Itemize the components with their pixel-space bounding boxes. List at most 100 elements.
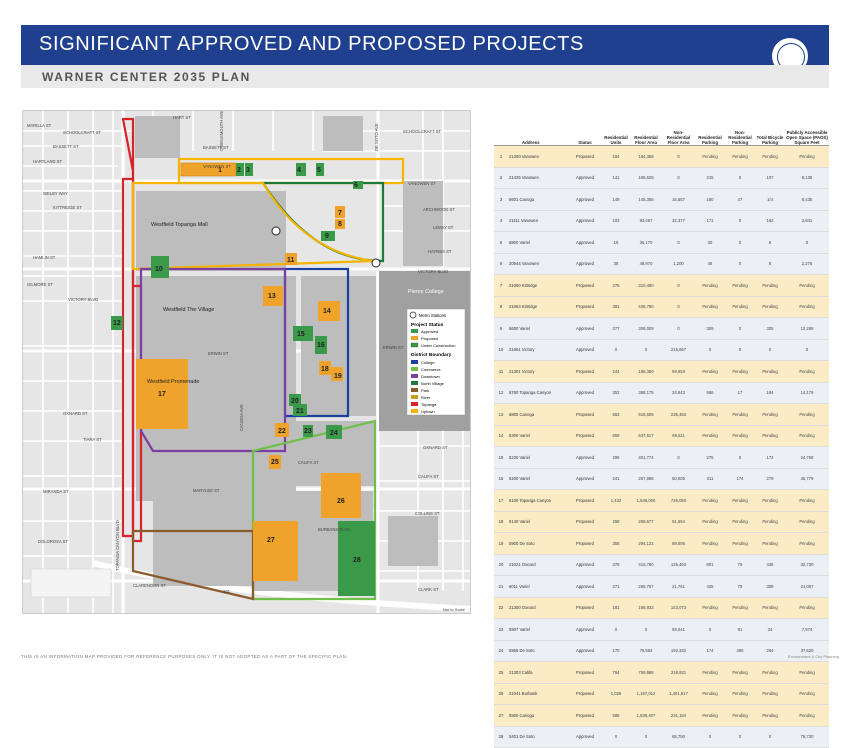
table-cell: 0	[755, 339, 785, 361]
table-cell: 21050 Kittridge	[508, 274, 568, 297]
table-cell: Approved	[568, 210, 602, 232]
table-cell: Approved	[568, 339, 602, 361]
table-cell: 6011 Variel	[508, 575, 568, 598]
street-label-archwood: ARCHWOOD ST	[423, 207, 455, 212]
table-cell: Pending	[695, 489, 725, 512]
table-cell: Proposed	[568, 704, 602, 727]
legend-swatch	[411, 374, 418, 378]
legend-status-title: Project Status	[411, 322, 444, 328]
table-cell: 659	[602, 425, 630, 447]
table-cell: Pending	[785, 511, 829, 533]
project-label: 5	[317, 167, 321, 174]
table-cell: 12	[494, 382, 508, 404]
table-cell: 6600 Variel	[508, 317, 568, 340]
table-cell: Approved	[568, 231, 602, 254]
table-cell: 0	[725, 317, 755, 340]
table-cell: Pending	[725, 532, 755, 555]
table-cell: 6800 Canoga	[508, 403, 568, 426]
scale-note: Not to Scale	[443, 607, 466, 612]
table-header-cell: Address	[508, 110, 568, 146]
table-cell: 381	[602, 296, 630, 318]
table-cell: 438,790	[630, 296, 662, 318]
table-cell: Pending	[785, 683, 829, 705]
table-cell: 0	[662, 231, 695, 254]
table-cell: 24	[494, 640, 508, 662]
table-cell: Pending	[725, 683, 755, 705]
table-cell: 160	[695, 188, 725, 211]
header-bar: SIGNIFICANT APPROVED AND PROPOSED PROJEC…	[21, 25, 829, 65]
plan-map[interactable]: 1 2 3 4 5 6 7 8 9 10 1 1 1 2 13 14 15 16 17 18 19 20 21 22 23 24 2…	[22, 110, 471, 614]
page-subtitle: WARNER CENTER 2035 PLAN	[42, 70, 251, 84]
table-cell: Pending	[785, 403, 829, 426]
table-cell: 1	[494, 145, 508, 168]
table-cell: 6800 Variel	[508, 231, 568, 254]
table-cell: Pending	[755, 296, 785, 318]
street-label-victory-e: VICTORY BLVD	[418, 269, 448, 274]
street-label-welby: WELBY WAY	[43, 191, 68, 196]
table-cell: 19	[602, 231, 630, 254]
table-cell: 0	[602, 618, 630, 641]
table-cell: Pending	[755, 145, 785, 168]
project-label: 12	[113, 320, 121, 327]
street-label-fwy: 101	[223, 589, 231, 594]
table-cell: Pending	[695, 425, 725, 447]
project-label: 13	[268, 293, 276, 300]
table-cell: 45,779	[785, 468, 829, 490]
table-cell: 235,463	[662, 403, 695, 426]
table-cell: Pending	[695, 145, 725, 168]
table-cell: Pending	[725, 425, 755, 447]
project-label: 2	[237, 167, 241, 174]
table-cell: 194	[755, 382, 785, 404]
table-cell: Pending	[755, 403, 785, 426]
place-pierce: Pierce College	[408, 289, 444, 295]
table-cell: 174	[695, 640, 725, 662]
table-cell: 0	[725, 446, 755, 469]
street-label-erwin-e: ERWIN ST	[383, 345, 404, 350]
table-cell: 0	[725, 167, 755, 189]
table-cell: 89,095	[662, 532, 695, 555]
table-cell: 59,653	[662, 360, 695, 383]
table-cell: 5500 Canoga	[508, 704, 568, 727]
table-cell: Proposed	[568, 511, 602, 533]
table-cell: 3	[494, 188, 508, 211]
table-cell: 215	[695, 167, 725, 189]
legend-proposed: Proposed	[421, 336, 438, 341]
table-cell: Pending	[755, 532, 785, 555]
table-row: 3 6601 Canoga Approved 149 145,356 16,557 160 4…	[494, 188, 829, 211]
table-cell: 6140 Variel	[508, 511, 568, 533]
table-cell: 79,564	[630, 640, 662, 662]
table-cell: 6601 Canoga	[508, 188, 568, 211]
table-cell: 6100 Topanga Canyon	[508, 489, 568, 512]
table-cell: 0	[725, 231, 755, 254]
table-cell: Proposed	[568, 145, 602, 168]
table-cell: 306,009	[630, 317, 662, 340]
table-cell: 6200 Variel	[508, 468, 568, 490]
table-cell: 269,677	[630, 511, 662, 533]
street-label-oxnard: OXNARD ST	[63, 411, 88, 416]
table-cell: Pending	[785, 360, 829, 383]
table-cell: 309	[695, 317, 725, 340]
table-row: 27 5500 Canoga Proposed 586 1,538,407 231,184…	[494, 704, 829, 727]
table-cell: 103	[602, 210, 630, 232]
table-cell: 20944 Vanowen	[508, 253, 568, 275]
table-cell: 7	[494, 274, 508, 297]
table-cell: 50,005	[662, 468, 695, 490]
table-cell: Proposed	[568, 360, 602, 383]
table-cell: 6	[494, 253, 508, 275]
table-cell: 91	[725, 618, 755, 641]
table-cell: 277	[602, 317, 630, 340]
street-label-schoolcraft-e: SCHOOLCRAFT ST	[403, 129, 442, 134]
table-cell: 275	[602, 274, 630, 297]
table-cell: 30	[695, 231, 725, 254]
project-label: 11	[287, 257, 295, 264]
table-cell: 231,184	[662, 704, 695, 727]
table-cell: 637,517	[630, 425, 662, 447]
table-cell: 0	[725, 726, 755, 748]
table-cell: Pending	[755, 704, 785, 727]
table-row: 1 21300 Vanowen Proposed 184 184,358 0 Pending…	[494, 145, 829, 168]
table-cell: Pending	[725, 704, 755, 727]
table-cell: 21301 Victory	[508, 360, 568, 383]
table-cell: 76,730	[785, 726, 829, 748]
table-cell: 310,490	[630, 274, 662, 297]
legend-swatch	[411, 395, 418, 399]
